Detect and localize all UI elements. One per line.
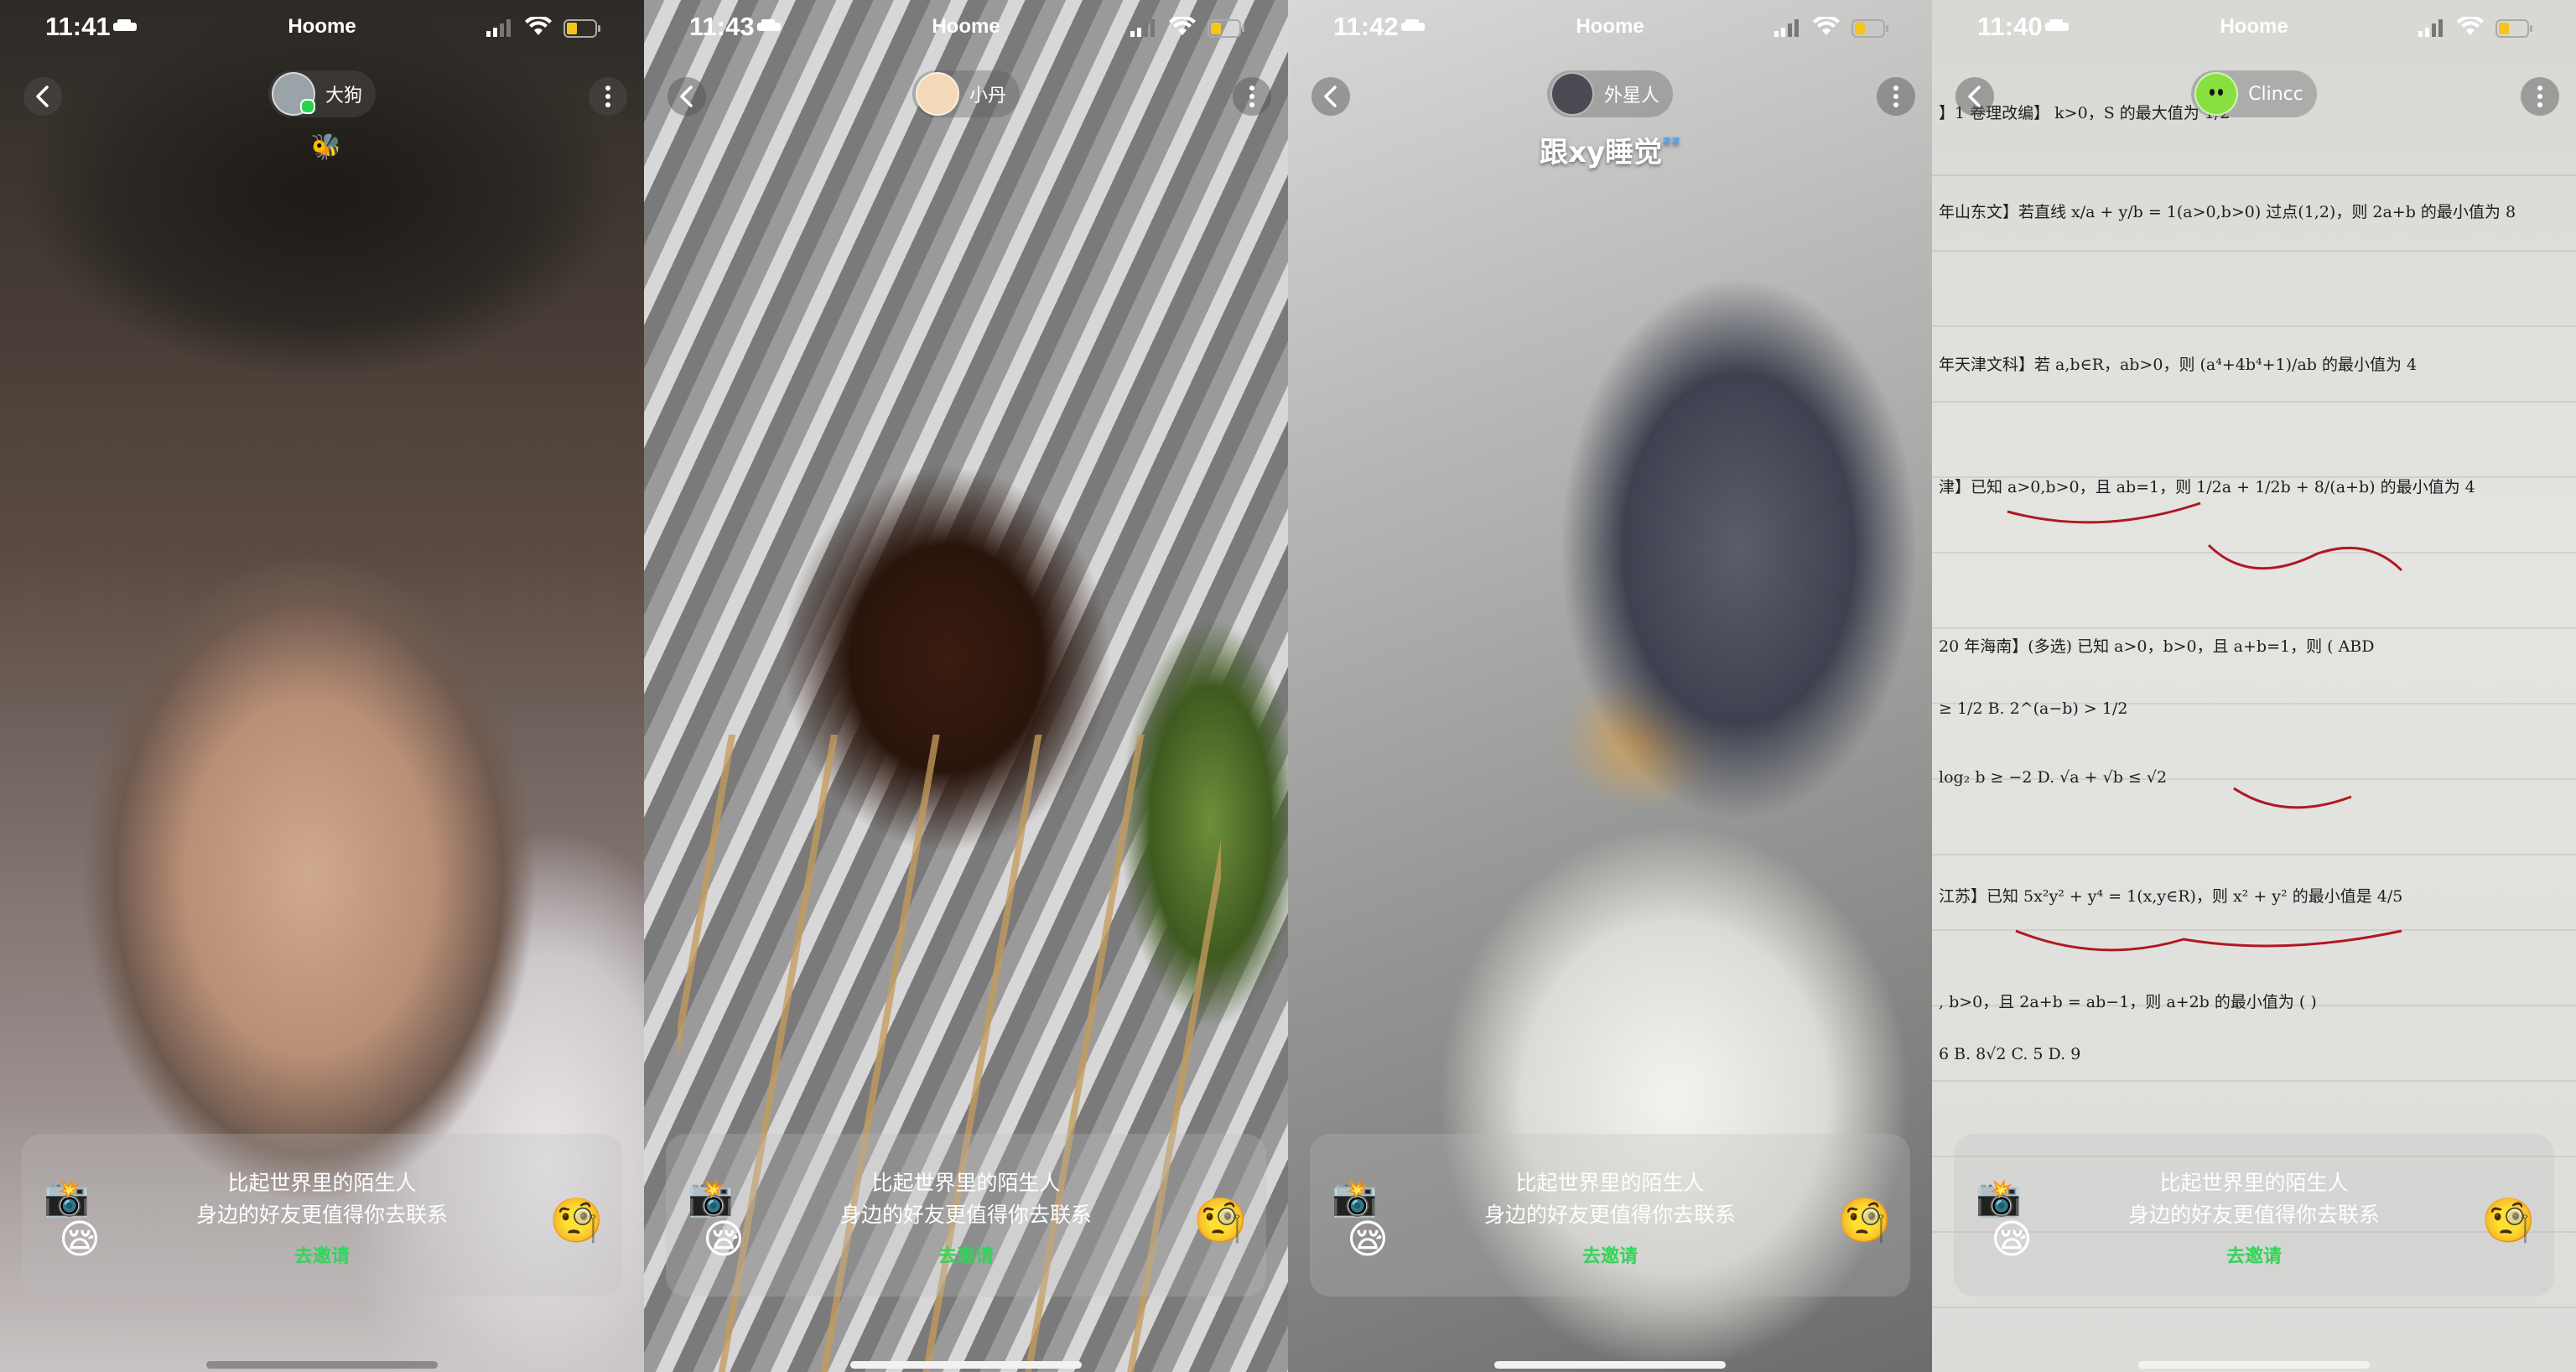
battery-icon — [1852, 19, 1888, 38]
phone-screen-4: 】1 卷理改编】 k>0，S 的最大值为 1/2 年山东文】若直线 x/a + … — [1932, 0, 2576, 1372]
signal-icon — [1130, 19, 1155, 37]
user-profile-button[interactable]: 小丹 — [911, 70, 1020, 117]
invite-card: 比起世界里的陌生人 身边的好友更值得你去联系 去邀请 📸 😪 🧐 — [1954, 1134, 2554, 1297]
emoji-monocle: 🧐 — [1193, 1196, 1248, 1246]
emoji-monocle: 🧐 — [2481, 1196, 2536, 1246]
invite-line-1: 比起世界里的陌生人 — [2159, 1171, 2349, 1195]
more-menu-button[interactable] — [2521, 77, 2559, 116]
online-status-dot — [299, 99, 315, 114]
user-name: 外星人 — [1603, 86, 1659, 107]
emoji-camera-sleep: 📸 😪 — [1332, 1177, 1389, 1263]
avatar — [271, 72, 315, 116]
battery-icon — [2496, 19, 2532, 38]
more-vertical-icon — [1249, 86, 1254, 107]
user-profile-button[interactable]: Clincc — [2191, 70, 2317, 117]
avatar — [2194, 72, 2239, 116]
wifi-icon — [2457, 17, 2484, 35]
user-name: Clincc — [2248, 83, 2303, 105]
signal-icon — [2418, 19, 2443, 37]
wifi-icon — [1813, 17, 1840, 35]
post-caption-text: 跟xy睡觉 — [1540, 136, 1663, 169]
status-bar: 11:41 Hoome — [0, 0, 644, 54]
more-vertical-icon — [605, 86, 610, 107]
status-bar: 11:40 Hoome — [1932, 0, 2576, 54]
phone-screen-1: 11:41 Hoome 大狗 🐝 比起世界里的陌生人 身边的好友更值得你去联系 — [0, 0, 644, 1372]
avatar — [1550, 72, 1594, 116]
battery-icon — [564, 19, 600, 38]
invite-card: 比起世界里的陌生人 身边的好友更值得你去联系 去邀请 📸 😪 🧐 — [666, 1134, 1266, 1297]
wifi-icon — [1169, 17, 1196, 35]
invite-link[interactable]: 去邀请 — [294, 1241, 350, 1268]
phone-screen-2: 11:43 Hoome 小丹 比起世界里的陌生人 身边的好友更值得你去联系 去邀… — [644, 0, 1288, 1372]
more-menu-button[interactable] — [589, 77, 627, 116]
invite-card: 比起世界里的陌生人 身边的好友更值得你去联系 去邀请 📸 😪 🧐 — [1310, 1134, 1910, 1297]
sleep-zz-icon: ᶻᶻ — [1662, 132, 1680, 158]
emoji-monocle: 🧐 — [1837, 1196, 1892, 1246]
battery-icon — [1208, 19, 1244, 38]
signal-icon — [486, 19, 511, 37]
avatar — [915, 72, 959, 116]
emoji-monocle: 🧐 — [549, 1196, 604, 1246]
emoji-camera-sleep: 📸 😪 — [44, 1177, 101, 1263]
emoji-camera-sleep: 📸 😪 — [688, 1177, 745, 1263]
invite-line-1: 比起世界里的陌生人 — [1515, 1171, 1705, 1195]
home-indicator — [850, 1361, 1082, 1369]
invite-line-1: 比起世界里的陌生人 — [227, 1171, 417, 1195]
more-vertical-icon — [1893, 86, 1898, 107]
user-name: 小丹 — [969, 86, 1006, 107]
post-caption: 跟xy睡觉ᶻᶻ — [1288, 129, 1932, 170]
invite-line-2: 身边的好友更值得你去联系 — [1483, 1203, 1736, 1227]
more-menu-button[interactable] — [1877, 77, 1915, 116]
invite-line-1: 比起世界里的陌生人 — [871, 1171, 1061, 1195]
invite-card: 比起世界里的陌生人 身边的好友更值得你去联系 去邀请 📸 😪 🧐 — [22, 1134, 622, 1297]
home-indicator — [1494, 1361, 1726, 1369]
invite-link[interactable]: 去邀请 — [1582, 1241, 1638, 1268]
user-profile-button[interactable]: 外星人 — [1546, 70, 1673, 117]
more-vertical-icon — [2537, 86, 2542, 107]
user-chip: 小丹 — [644, 70, 1288, 117]
more-menu-button[interactable] — [1233, 77, 1271, 116]
invite-link[interactable]: 去邀请 — [938, 1241, 994, 1268]
status-bar: 11:43 Hoome — [644, 0, 1288, 54]
bee-icon: 🐝 — [310, 133, 342, 162]
alien-face-icon — [2210, 89, 2224, 96]
wifi-icon — [525, 17, 552, 35]
invite-link[interactable]: 去邀请 — [2226, 1241, 2282, 1268]
user-profile-button[interactable]: 大狗 — [267, 70, 376, 117]
phone-screen-3: 11:42 Hoome 外星人 跟xy睡觉ᶻᶻ 比起世界里的陌生人 身边的好友更… — [1288, 0, 1932, 1372]
status-bar: 11:42 Hoome — [1288, 0, 1932, 54]
user-chip: 大狗 — [0, 70, 644, 117]
user-chip: Clincc — [1932, 70, 2576, 117]
home-indicator — [206, 1361, 438, 1369]
user-chip: 外星人 — [1288, 70, 1932, 117]
emoji-camera-sleep: 📸 😪 — [1976, 1177, 2033, 1263]
invite-line-2: 身边的好友更值得你去联系 — [2127, 1203, 2380, 1227]
invite-line-2: 身边的好友更值得你去联系 — [839, 1203, 1092, 1227]
signal-icon — [1774, 19, 1799, 37]
home-indicator — [2138, 1361, 2370, 1369]
user-name: 大狗 — [325, 86, 362, 107]
invite-line-2: 身边的好友更值得你去联系 — [195, 1203, 448, 1227]
